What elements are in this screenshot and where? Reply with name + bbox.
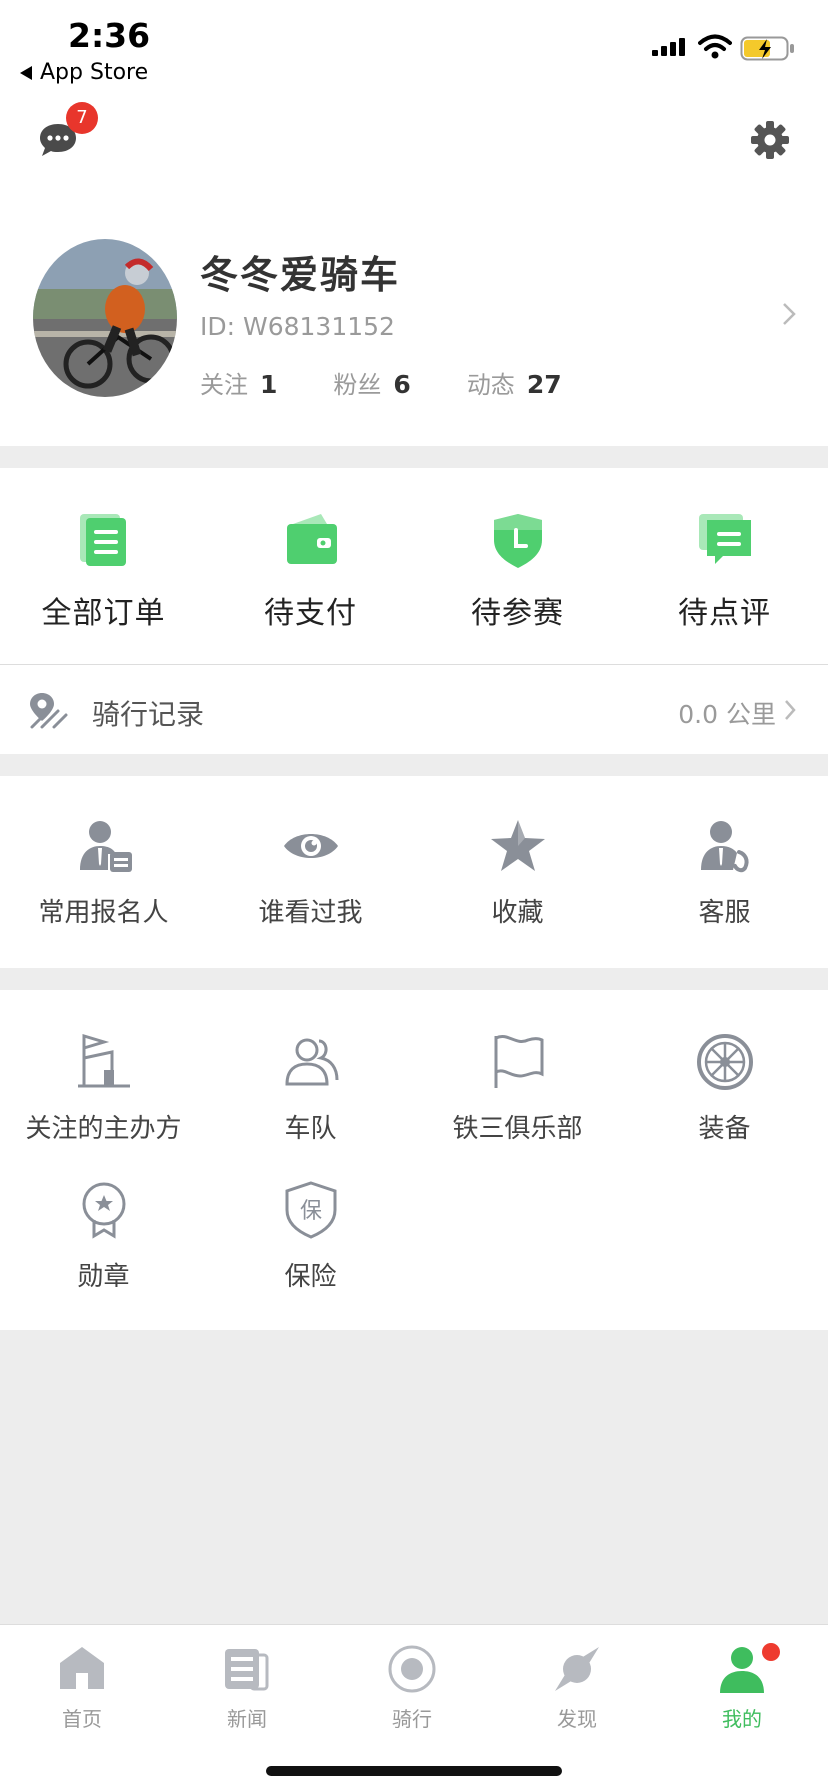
star-icon (490, 820, 545, 871)
tab-ride-label: 骑行 (392, 1707, 432, 1731)
ride-record-label: 骑行记录 (92, 698, 205, 731)
shield-clock-icon (493, 514, 542, 568)
fans-count: 6 (393, 370, 411, 399)
frequent-registrants-label: 常用报名人 (38, 898, 169, 928)
user-id: ID: W68131152 (200, 312, 395, 341)
tab-me-label: 我的 (722, 1707, 762, 1731)
tab-discover-label: 发现 (557, 1707, 597, 1731)
insurance-shield-icon: 保 (285, 1181, 336, 1239)
section-divider (0, 968, 828, 990)
customer-service-icon (700, 821, 749, 873)
followed-organizers-label: 关注的主办方 (25, 1114, 182, 1144)
discover-icon (555, 1647, 599, 1691)
insurance-label: 保险 (284, 1262, 337, 1292)
triathlon-club-label: 铁三俱乐部 (452, 1114, 583, 1144)
section-divider (0, 446, 828, 468)
profile-stats: 关注 1 粉丝 6 动态 27 (200, 365, 618, 400)
ride-icon (388, 1645, 436, 1693)
notification-dot (762, 1643, 780, 1661)
order-pending-review-label: 待点评 (678, 596, 771, 631)
following-stat[interactable]: 关注 1 (200, 365, 277, 400)
status-time: 2:36 (68, 16, 151, 55)
svg-text:保: 保 (299, 1199, 321, 1224)
order-pending-race[interactable]: 待参赛 (414, 510, 621, 632)
eye-icon (283, 834, 338, 858)
frequent-registrants[interactable]: 常用报名人 (0, 816, 207, 929)
unread-badge: 7 (66, 102, 98, 134)
wallet-icon (286, 514, 337, 564)
followed-organizers[interactable]: 关注的主办方 (0, 1032, 207, 1145)
following-label: 关注 (200, 371, 248, 399)
profile-screen: 2:36 App Store 7 冬冬爱骑车 ID: W68131152 关注 … (0, 0, 828, 1792)
tab-ride[interactable]: 骑行 (362, 1643, 462, 1732)
me-icon (720, 1647, 764, 1693)
order-list-icon (79, 514, 126, 566)
settings-gear-icon[interactable] (748, 118, 792, 162)
order-pending-review[interactable]: 待点评 (621, 510, 828, 632)
organizer-flag-icon (77, 1033, 130, 1088)
order-pending-payment[interactable]: 待支付 (207, 510, 414, 632)
ride-chevron-icon (785, 700, 796, 720)
posts-stat[interactable]: 动态 27 (467, 365, 562, 400)
order-pending-race-label: 待参赛 (471, 596, 564, 631)
profile-chevron-icon[interactable] (782, 302, 796, 326)
favorites[interactable]: 收藏 (414, 816, 621, 929)
customer-service[interactable]: 客服 (621, 816, 828, 929)
nickname: 冬冬爱骑车 (200, 253, 401, 297)
team[interactable]: 车队 (207, 1032, 414, 1145)
tab-discover[interactable]: 发现 (527, 1643, 627, 1732)
team-icon (284, 1038, 338, 1086)
team-label: 车队 (284, 1114, 337, 1144)
ride-record-row[interactable]: 骑行记录 0.0 公里 (0, 664, 828, 754)
flag-icon (494, 1035, 543, 1088)
wheel-icon (696, 1034, 753, 1090)
comment-icon (698, 514, 751, 564)
triathlon-club[interactable]: 铁三俱乐部 (414, 1032, 621, 1145)
who-viewed-me[interactable]: 谁看过我 (207, 816, 414, 929)
order-all[interactable]: 全部订单 (0, 510, 207, 632)
back-to-app-store[interactable]: App Store (20, 60, 148, 85)
wifi-icon (698, 34, 732, 59)
tab-home-label: 首页 (62, 1707, 102, 1731)
avatar-photo (33, 239, 177, 397)
home-indicator (266, 1766, 562, 1776)
tab-news[interactable]: 新闻 (197, 1643, 297, 1732)
customer-service-label: 客服 (698, 898, 751, 928)
home-icon (60, 1647, 104, 1689)
back-arrow-icon (20, 65, 32, 80)
tab-news-label: 新闻 (227, 1707, 267, 1731)
news-icon (225, 1649, 269, 1691)
empty-area (0, 1330, 828, 1624)
medals[interactable]: 勋章 (0, 1180, 207, 1293)
ride-distance: 0.0 公里 (678, 700, 776, 729)
who-viewed-me-label: 谁看过我 (258, 898, 363, 928)
user-card-icon (79, 821, 132, 872)
cellular-signal-icon (652, 38, 685, 56)
following-count: 1 (260, 370, 278, 399)
ride-location-icon (30, 693, 68, 729)
equipment[interactable]: 装备 (621, 1032, 828, 1145)
equipment-label: 装备 (698, 1114, 751, 1144)
favorites-label: 收藏 (491, 898, 544, 928)
section-divider (0, 754, 828, 776)
posts-label: 动态 (466, 371, 515, 399)
medals-label: 勋章 (77, 1262, 130, 1292)
avatar[interactable] (33, 239, 177, 397)
fans-stat[interactable]: 粉丝 6 (333, 365, 410, 400)
battery-icon (740, 36, 794, 61)
tab-home[interactable]: 首页 (32, 1643, 132, 1732)
insurance[interactable]: 保 保险 (207, 1180, 414, 1293)
fans-label: 粉丝 (333, 371, 382, 399)
medal-icon (82, 1182, 125, 1239)
status-bar: 2:36 App Store (0, 0, 828, 90)
order-all-label: 全部订单 (41, 596, 166, 631)
back-app-label: App Store (40, 60, 149, 85)
order-pending-payment-label: 待支付 (264, 596, 357, 631)
posts-count: 27 (526, 370, 562, 399)
